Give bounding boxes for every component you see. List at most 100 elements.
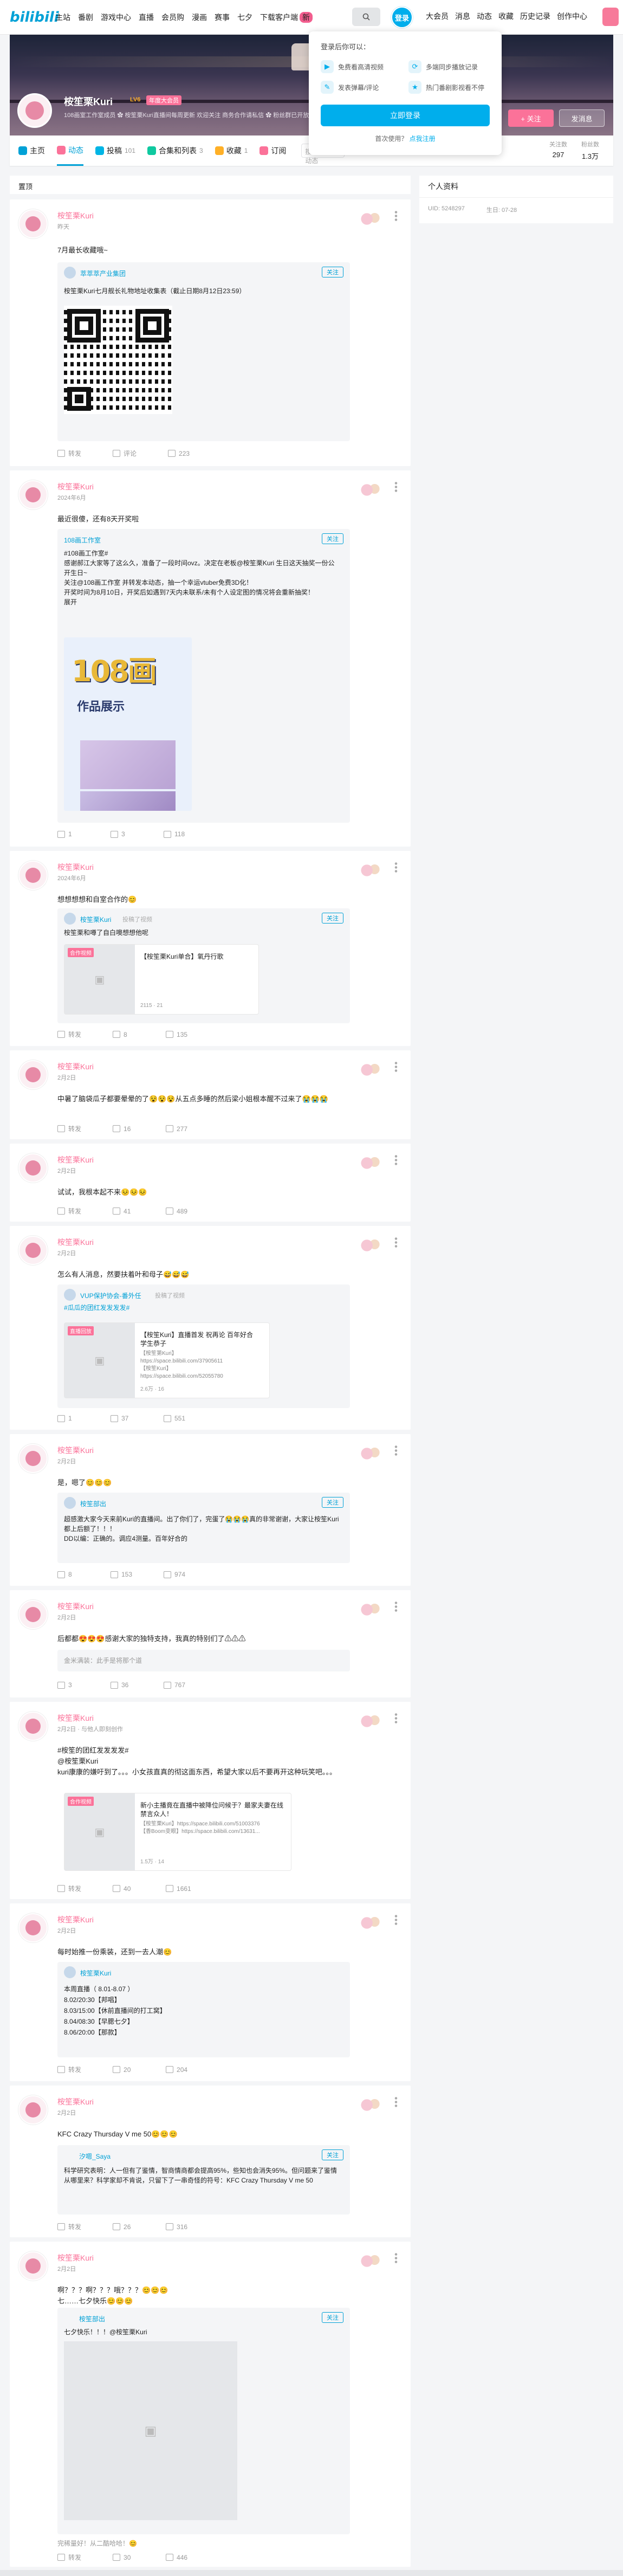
comment-button[interactable]: 41 bbox=[113, 1206, 134, 1216]
author-name[interactable]: 桉笙栗Kuri bbox=[57, 862, 94, 873]
more-options-icon[interactable] bbox=[394, 1713, 398, 1725]
more-options-icon[interactable] bbox=[394, 1237, 398, 1249]
author-name[interactable]: 桉笙栗Kuri bbox=[57, 481, 94, 492]
author-name[interactable]: 桉笙栗Kuri bbox=[57, 1445, 94, 1456]
video-card[interactable]: ▣ 合作视频 【桉笙栗Kuri单合】氧丹行歌 2115 · 21 bbox=[64, 944, 259, 1015]
login-now-button[interactable]: 立即登录 bbox=[321, 105, 490, 126]
follow-button[interactable]: 关注 bbox=[322, 913, 343, 924]
nav-item-dynamics[interactable]: 动态 bbox=[477, 11, 492, 22]
share-button[interactable]: 转发 bbox=[57, 1206, 81, 1216]
like-button[interactable]: 551 bbox=[164, 1415, 185, 1422]
comment-button[interactable]: 40 bbox=[113, 1884, 134, 1893]
repost-card[interactable]: VUP保护协会-番外任 投稿了视频 #瓜瓜的团红发发发发# ▣ 直播回放 【桉笙… bbox=[57, 1284, 350, 1408]
like-button[interactable]: 277 bbox=[166, 1124, 187, 1133]
tab-dynamics[interactable]: 动态 bbox=[57, 135, 83, 166]
more-options-icon[interactable] bbox=[394, 481, 398, 493]
repost-card[interactable]: 桉笙栗Kuri 投稿了视频 关注 桉笙栗和噂了自白噢想想他呢 ▣ 合作视频 【桉… bbox=[57, 908, 350, 1023]
author-name[interactable]: 桉笙栗Kuri bbox=[57, 1914, 94, 1925]
repost-card[interactable]: 金米满装：此手是将那个道 bbox=[57, 1650, 350, 1671]
author-name[interactable]: 桉笙栗Kuri bbox=[57, 2252, 94, 2263]
share-button[interactable]: 1 bbox=[57, 830, 79, 838]
repost-card[interactable]: 萃萃萃产业集团 关注 桉笙栗Kuri七月舰长礼物地址收集表（截止日期8月12日2… bbox=[57, 262, 350, 441]
like-button[interactable]: 316 bbox=[166, 2222, 187, 2231]
avatar[interactable] bbox=[18, 480, 48, 509]
repost-author-name[interactable]: 桉笙部出 bbox=[80, 1499, 106, 1508]
repost-author-name[interactable]: 桉笙栗Kuri bbox=[80, 1968, 111, 1978]
share-button[interactable]: 转发 bbox=[57, 2222, 81, 2231]
repost-author-name[interactable]: VUP保护协会-番外任 bbox=[80, 1291, 141, 1300]
followers-stat[interactable]: 粉丝数 1.3万 bbox=[581, 140, 599, 161]
tab-collections[interactable]: 合集和列表 3 bbox=[147, 135, 203, 166]
avatar[interactable] bbox=[18, 1153, 48, 1183]
share-button[interactable]: 转发 bbox=[57, 1124, 81, 1133]
nav-item-manga[interactable]: 漫画 bbox=[192, 12, 207, 23]
author-name[interactable]: 桉笙栗Kuri bbox=[57, 1601, 94, 1612]
comment-button[interactable]: 评论 bbox=[113, 449, 137, 458]
nav-item-qixi[interactable]: 七夕 bbox=[237, 12, 252, 23]
upload-button[interactable] bbox=[602, 8, 619, 26]
bilibili-logo[interactable]: bilibili bbox=[10, 9, 59, 25]
nav-item-vip[interactable]: 大会员 bbox=[426, 11, 449, 22]
share-button[interactable]: 转发 bbox=[57, 2553, 81, 2562]
more-options-icon[interactable] bbox=[394, 210, 398, 222]
comment-button[interactable]: 20 bbox=[113, 2065, 134, 2074]
follow-button[interactable]: + 关注 bbox=[508, 109, 554, 127]
more-options-icon[interactable] bbox=[394, 1445, 398, 1457]
nav-item-history[interactable]: 历史记录 bbox=[520, 11, 550, 22]
avatar[interactable] bbox=[18, 1600, 48, 1629]
repost-card[interactable]: 108画工作室 关注 #108画工作室# 感谢郝江大家等了这么久，准备了一段时间… bbox=[57, 529, 350, 823]
avatar[interactable] bbox=[18, 1060, 48, 1089]
nav-item-creator-center[interactable]: 创作中心 bbox=[557, 11, 587, 22]
avatar[interactable] bbox=[18, 2095, 48, 2125]
nav-item-anime[interactable]: 番剧 bbox=[78, 12, 93, 23]
avatar[interactable] bbox=[18, 861, 48, 890]
search-button[interactable] bbox=[352, 8, 380, 26]
like-button[interactable]: 1661 bbox=[166, 1884, 191, 1893]
repost-image[interactable]: ▣ bbox=[64, 2341, 237, 2520]
like-button[interactable]: 446 bbox=[166, 2553, 187, 2562]
author-name[interactable]: 桉笙栗Kuri bbox=[57, 1154, 94, 1165]
repost-card[interactable]: 汐嗯_Saya 关注 科学研究表明：人一但有了鉴情，智商情商都会提高95%，些知… bbox=[57, 2145, 350, 2215]
share-button[interactable]: 转发 bbox=[57, 1030, 81, 1039]
share-button[interactable]: 转发 bbox=[57, 449, 81, 458]
follow-button[interactable]: 关注 bbox=[322, 1497, 343, 1508]
author-name[interactable]: 桉笙栗Kuri bbox=[57, 1713, 94, 1723]
following-stat[interactable]: 关注数 297 bbox=[549, 140, 567, 161]
avatar[interactable] bbox=[18, 209, 48, 238]
like-button[interactable]: 223 bbox=[168, 449, 190, 458]
download-client-link[interactable]: 下载客户端新 bbox=[260, 11, 313, 23]
share-button[interactable]: 1 bbox=[57, 1415, 79, 1422]
like-button[interactable]: 489 bbox=[166, 1206, 187, 1216]
comment-button[interactable]: 26 bbox=[113, 2222, 134, 2231]
nav-item-live[interactable]: 直播 bbox=[139, 12, 154, 23]
comment-button[interactable]: 16 bbox=[113, 1124, 134, 1133]
repost-card[interactable]: 桉笙部出 关注 超感激大家今天来前Kuri的直播间。出了你们了，完蛋了😭😭😭真的… bbox=[57, 1493, 350, 1563]
poster-image[interactable]: 108画 作品展示 bbox=[64, 637, 192, 811]
tab-subscriptions[interactable]: 订阅 bbox=[259, 135, 286, 166]
like-button[interactable]: 135 bbox=[166, 1030, 187, 1039]
tab-uploads[interactable]: 投稿 101 bbox=[95, 135, 135, 166]
nav-item-messages[interactable]: 消息 bbox=[455, 11, 470, 22]
more-options-icon[interactable] bbox=[394, 1914, 398, 1926]
video-card[interactable]: ▣ 合作视频 新小主播竟在直播中被降位问候于？最家夫妻在线禁言众人！ 【桉笙栗K… bbox=[64, 1793, 291, 1871]
repost-author-name[interactable]: 汐嗯_Saya bbox=[79, 2152, 111, 2161]
more-options-icon[interactable] bbox=[394, 1154, 398, 1166]
nav-item-favorites[interactable]: 收藏 bbox=[498, 11, 514, 22]
comment-button[interactable]: 36 bbox=[111, 1681, 132, 1689]
like-button[interactable]: 204 bbox=[166, 2065, 187, 2074]
repost-card[interactable]: ▣ 合作视频 新小主播竟在直播中被降位问候于？最家夫妻在线禁言众人！ 【桉笙栗K… bbox=[57, 1789, 350, 1875]
repost-author-name[interactable]: 桉笙栗Kuri bbox=[80, 915, 111, 924]
more-options-icon[interactable] bbox=[394, 2252, 398, 2264]
share-button[interactable]: 3 bbox=[57, 1681, 79, 1689]
author-name[interactable]: 桉笙栗Kuri bbox=[57, 2096, 94, 2107]
repost-author-name[interactable]: 108画工作室 bbox=[64, 535, 101, 545]
author-name[interactable]: 桉笙栗Kuri bbox=[57, 210, 94, 221]
register-link[interactable]: 点我注册 bbox=[410, 135, 436, 143]
repost-card[interactable]: 桉笙栗Kuri 本周直播（ 8.01-8.07 ） 8.02/20:30【邦唱】… bbox=[57, 1962, 350, 2057]
avatar[interactable] bbox=[18, 1236, 48, 1265]
nav-item-mall[interactable]: 会员购 bbox=[161, 12, 184, 23]
avatar[interactable] bbox=[18, 2251, 48, 2281]
follow-button[interactable]: 关注 bbox=[322, 533, 343, 544]
share-button[interactable]: 8 bbox=[57, 1571, 79, 1578]
like-button[interactable]: 767 bbox=[164, 1681, 185, 1689]
